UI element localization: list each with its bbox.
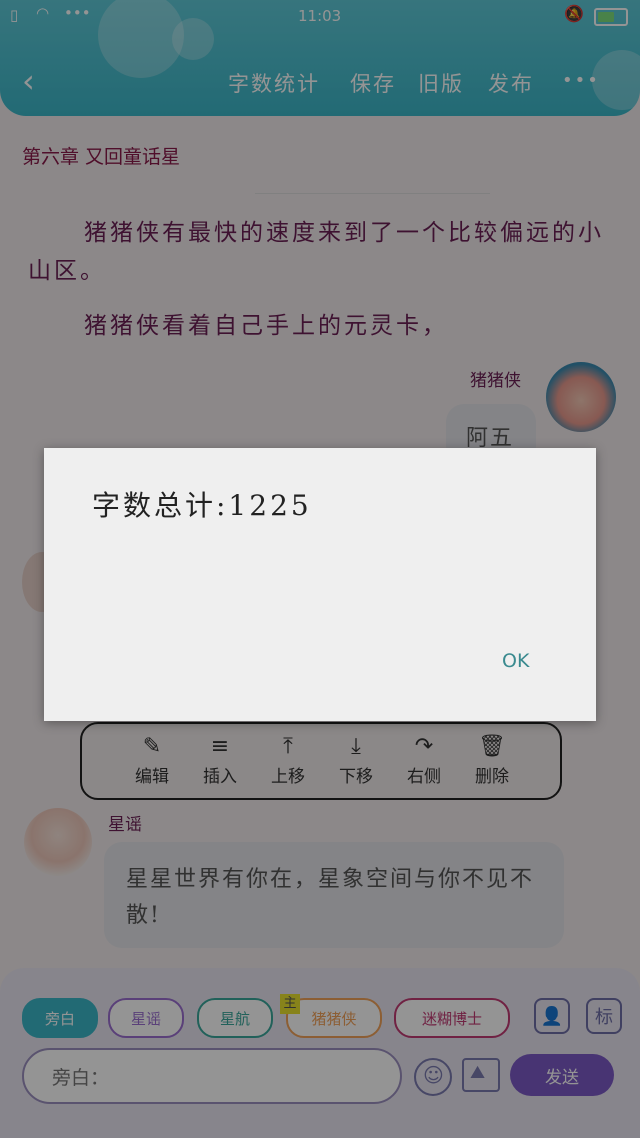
ok-button[interactable]: OK [502, 650, 529, 672]
word-count-dialog: 字数总计:1225 OK [44, 448, 596, 721]
dialog-message: 字数总计:1225 [92, 489, 312, 522]
